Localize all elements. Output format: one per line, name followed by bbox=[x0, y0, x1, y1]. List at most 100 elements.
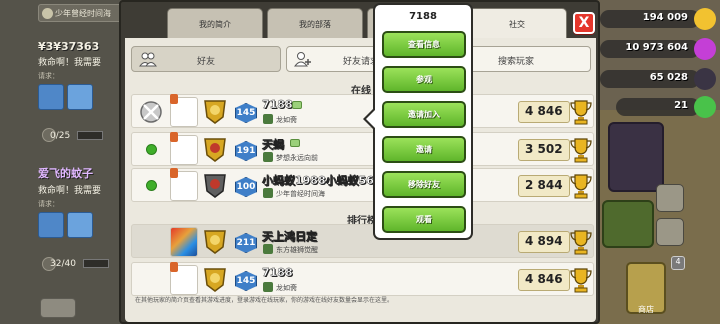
troop-list bbox=[38, 212, 122, 238]
friend-row[interactable]: 211 天上鸿日定 东方雄狮觉醒 4 894 bbox=[131, 224, 594, 258]
chat-message-text: 救命啊！我需要 bbox=[38, 58, 102, 68]
popup-pointer-fill bbox=[366, 110, 375, 128]
add-person-icon bbox=[294, 52, 311, 67]
chat-request-progress: 32/40 bbox=[50, 259, 109, 269]
shop-button[interactable]: 商店 bbox=[626, 262, 666, 314]
trophy-icon bbox=[570, 230, 592, 255]
troop-icon bbox=[38, 212, 64, 238]
rank-flag-icon bbox=[170, 94, 178, 104]
league-badge-icon bbox=[204, 100, 226, 124]
rank-flag-icon bbox=[170, 262, 178, 272]
tab-social[interactable]: 社交 bbox=[467, 8, 567, 38]
chat-request-label: 请求： bbox=[38, 72, 59, 80]
gold-icon bbox=[694, 8, 716, 30]
trophy-count: 4 846 bbox=[518, 269, 570, 291]
donation-count: 32/40 bbox=[50, 259, 76, 269]
troop-icon bbox=[67, 84, 93, 110]
popup-player-name: 7188 bbox=[409, 11, 437, 22]
chat-sender-name: ¥3¥37363 bbox=[38, 40, 100, 53]
trophy-count: 3 502 bbox=[518, 139, 570, 161]
friend-row[interactable]: 100 小蚂蚁1988小蚂蚁5612 少年曾经时间海 2 844 bbox=[131, 168, 594, 202]
trophy-icon bbox=[570, 100, 592, 125]
menu-view-info-button[interactable]: 查看信息 bbox=[382, 31, 466, 58]
gold-counter: 194 009 bbox=[600, 10, 700, 28]
shop-label: 商店 bbox=[638, 305, 654, 314]
donate-bar[interactable] bbox=[77, 131, 104, 140]
menu-invite-button[interactable]: 邀请 bbox=[382, 136, 466, 163]
tab-my-profile[interactable]: 我的简介 bbox=[167, 8, 263, 38]
trophy-icon bbox=[570, 174, 592, 199]
subtab-friends-label: 好友 bbox=[196, 57, 215, 67]
player-name: 小蚂蚁1988小蚂蚁5612 bbox=[262, 174, 390, 187]
friend-row[interactable]: 145 7188 龙如斋 4 846 bbox=[131, 262, 594, 296]
rank-flag-icon bbox=[170, 168, 178, 178]
league-badge-icon bbox=[204, 230, 226, 254]
shop-badge: 4 bbox=[671, 256, 685, 270]
rank-flag-icon bbox=[170, 132, 178, 142]
menu-watch-button[interactable]: 观看 bbox=[382, 206, 466, 233]
gem-counter: 21 bbox=[616, 98, 700, 116]
social-window: 我的简介 我的部落 社交 X 好友 好友请求 搜索玩家 在线 145 7188 … bbox=[119, 0, 600, 324]
clan-badge-icon bbox=[263, 152, 273, 162]
donation-count: 0/25 bbox=[50, 131, 71, 141]
chat-collapse-button[interactable] bbox=[40, 298, 76, 318]
clan-badge-icon bbox=[263, 188, 273, 198]
player-action-menu: 7188 查看信息 参观 邀请加入 邀请 移除好友 观看 bbox=[373, 3, 473, 240]
menu-invite-clan-button[interactable]: 邀请加入 bbox=[382, 101, 466, 128]
trophy-icon bbox=[570, 268, 592, 293]
chat-bubble-icon bbox=[292, 101, 302, 109]
player-clan: 龙如斋 bbox=[276, 116, 297, 124]
clan-chat-header[interactable]: 少年曾经时间海 bbox=[38, 4, 122, 22]
footnote-text: 在其他玩家的简介页查看其游戏进度，登录游戏在线玩家，你的游戏在线好友数量会显示在… bbox=[135, 297, 394, 304]
chat-bubble-icon bbox=[290, 139, 300, 147]
friend-row[interactable]: 191 天蝎 梦想永远向前 3 502 bbox=[131, 132, 594, 166]
people-icon bbox=[139, 52, 157, 67]
player-level: 145 bbox=[235, 103, 257, 123]
elixir-icon bbox=[694, 38, 716, 60]
player-name: 天蝎 bbox=[262, 138, 284, 151]
chat-message: 爱飞的蚊子 救命啊！我需要 请求： bbox=[38, 165, 122, 238]
clan-badge-icon bbox=[42, 8, 53, 19]
troop-icon bbox=[67, 212, 93, 238]
troop-icon bbox=[38, 84, 64, 110]
dark-tower bbox=[608, 122, 664, 192]
clan-badge-icon bbox=[263, 114, 273, 124]
player-level: 145 bbox=[235, 271, 257, 291]
subtab-friends[interactable]: 好友 bbox=[131, 46, 281, 72]
clan-chat-title: 少年曾经时间海 bbox=[55, 9, 111, 18]
donate-bar[interactable] bbox=[82, 259, 109, 268]
player-level: 191 bbox=[235, 141, 257, 161]
league-badge-icon bbox=[204, 268, 226, 292]
menu-remove-friend-button[interactable]: 移除好友 bbox=[382, 171, 466, 198]
clan-badge-icon bbox=[263, 282, 273, 292]
clan-badge-icon bbox=[263, 244, 273, 254]
player-clan: 少年曾经时间海 bbox=[276, 190, 325, 198]
menu-visit-button[interactable]: 参观 bbox=[382, 66, 466, 93]
crossed-swords-icon bbox=[140, 101, 162, 123]
layout-button[interactable] bbox=[656, 218, 684, 246]
close-button[interactable]: X bbox=[573, 12, 595, 34]
gem-icon bbox=[694, 96, 716, 118]
chat-message-text: 救命啊！我需要 bbox=[38, 186, 102, 196]
chat-sender-name: 爱飞的蚊子 bbox=[38, 167, 93, 180]
troop-list bbox=[38, 84, 122, 110]
subtab-search-label: 搜索玩家 bbox=[497, 57, 534, 67]
dark-elixir-icon bbox=[694, 68, 716, 90]
chat-request-progress: 0/25 bbox=[50, 131, 104, 141]
tab-bar: 我的简介 我的部落 社交 X bbox=[121, 2, 598, 38]
player-clan: 龙如斋 bbox=[276, 284, 297, 292]
league-badge-icon bbox=[204, 138, 226, 162]
player-name: 7188 bbox=[262, 98, 293, 111]
player-name: 7188 bbox=[262, 266, 293, 279]
league-badge-icon bbox=[204, 174, 226, 198]
dark-elixir-counter: 65 028 bbox=[600, 70, 700, 88]
player-level: 211 bbox=[235, 233, 257, 253]
settings-button[interactable] bbox=[656, 184, 684, 212]
player-clan: 东方雄狮觉醒 bbox=[276, 246, 318, 254]
trophy-count: 4 846 bbox=[518, 101, 570, 123]
social-content: 好友 好友请求 搜索玩家 在线 145 7188 龙如斋 4 846 191 天… bbox=[125, 38, 596, 322]
online-status-icon bbox=[146, 180, 157, 191]
clan-chat-panel: 少年曾经时间海 ¥3¥37363 救命啊！我需要 请求： 0/25 爱飞的蚊子 … bbox=[0, 0, 122, 324]
tab-my-clan[interactable]: 我的部落 bbox=[267, 8, 363, 38]
online-status-icon bbox=[146, 144, 157, 155]
